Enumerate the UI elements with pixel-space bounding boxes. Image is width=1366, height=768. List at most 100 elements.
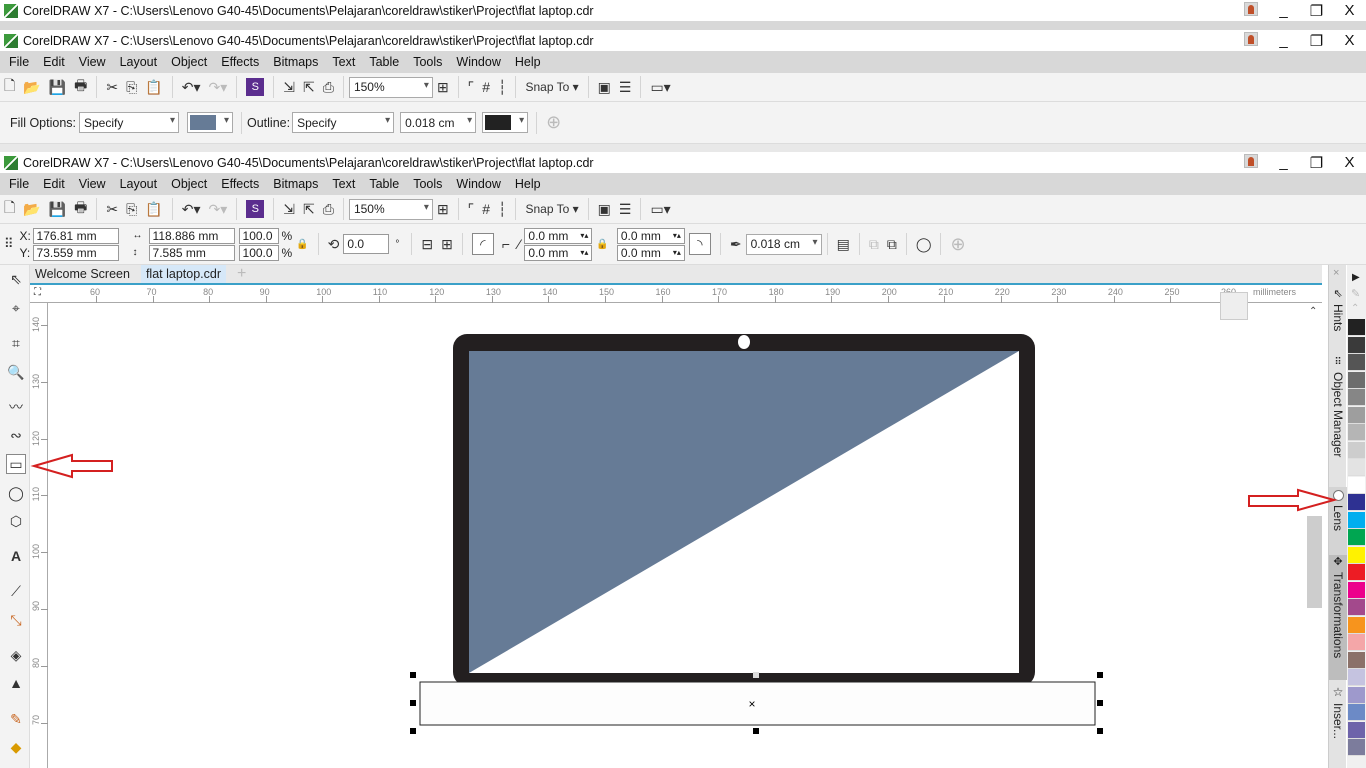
- corner-radius-top-left-input[interactable]: 0.0 mm ▾▴: [524, 227, 593, 244]
- menu-bitmaps[interactable]: Bitmaps: [266, 55, 325, 69]
- new-tab-button[interactable]: +: [232, 265, 251, 283]
- spinner-icon[interactable]: ▾▴: [673, 248, 681, 257]
- export-icon[interactable]: ⇱: [303, 198, 315, 220]
- docker-tab-insert[interactable]: ☆ Inser...: [1329, 685, 1347, 768]
- redo-icon[interactable]: ↷▾: [209, 76, 228, 98]
- restore-button[interactable]: ❐: [1300, 32, 1333, 50]
- palette-swatch[interactable]: [1348, 529, 1365, 546]
- scale-y-input[interactable]: 100.0: [238, 244, 279, 261]
- options-icon[interactable]: ☰: [619, 76, 632, 98]
- new-icon[interactable]: 🗋: [4, 198, 15, 220]
- snap-to-dropdown[interactable]: Snap To ▾: [525, 76, 578, 98]
- palette-swatch[interactable]: [1348, 669, 1365, 686]
- rectangle-tool-icon[interactable]: ▭: [6, 454, 26, 474]
- docker-tab-object-manager[interactable]: ⠿ Object Manager: [1329, 357, 1347, 487]
- width-input[interactable]: 118.886 mm: [148, 227, 235, 244]
- outline-width-select[interactable]: 0.018 cm ▾: [400, 112, 477, 133]
- cut-icon[interactable]: ✂: [106, 198, 118, 220]
- user-icon[interactable]: [1234, 1, 1267, 20]
- open-icon[interactable]: 📂: [23, 198, 40, 220]
- spinner-icon[interactable]: ▾▴: [580, 248, 588, 257]
- application-launcher-icon[interactable]: ▭▾: [650, 198, 670, 220]
- copy-icon[interactable]: ⎘: [126, 76, 137, 98]
- palette-swatch[interactable]: [1348, 686, 1365, 704]
- palette-swatch[interactable]: [1348, 406, 1365, 424]
- chamfered-corner-icon[interactable]: ⁄: [518, 233, 520, 255]
- print-icon[interactable]: 🖶: [74, 198, 87, 220]
- zoom-level-select[interactable]: 150% ▾: [348, 76, 433, 98]
- menu-tools[interactable]: Tools: [406, 177, 449, 191]
- pdf-icon[interactable]: ⎙: [323, 198, 334, 220]
- menu-window[interactable]: Window: [449, 177, 507, 191]
- palette-swatch[interactable]: [1348, 441, 1365, 459]
- palette-swatch[interactable]: [1348, 424, 1365, 441]
- close-button[interactable]: X: [1333, 2, 1366, 19]
- menu-view[interactable]: View: [72, 177, 113, 191]
- extrude-tool-icon[interactable]: ◈: [6, 645, 26, 665]
- menu-tools[interactable]: Tools: [406, 55, 449, 69]
- tab-welcome-screen[interactable]: Welcome Screen: [30, 265, 135, 283]
- full-screen-preview-icon[interactable]: ⊞: [437, 76, 449, 98]
- show-guidelines-icon[interactable]: ┆: [498, 198, 506, 220]
- menu-help[interactable]: Help: [508, 55, 548, 69]
- to-back-icon[interactable]: ⧉: [887, 233, 897, 255]
- palette-swatch[interactable]: [1348, 459, 1365, 476]
- outline-select[interactable]: Specify ▾: [292, 112, 395, 133]
- to-front-icon[interactable]: ⧉: [869, 233, 879, 255]
- page-navigator-box[interactable]: [1220, 292, 1248, 320]
- corel-connect-icon[interactable]: S: [246, 200, 265, 218]
- fill-options-select[interactable]: Specify ▾: [79, 112, 179, 133]
- user-icon[interactable]: [1234, 31, 1267, 50]
- ellipse-tool-icon[interactable]: ◯: [6, 483, 26, 503]
- corner-radius-top-right-input[interactable]: 0.0 mm ▾▴: [616, 227, 685, 244]
- corner-lock-icon[interactable]: 🔒: [596, 233, 608, 255]
- menu-text[interactable]: Text: [325, 55, 362, 69]
- freehand-tool-icon[interactable]: 〰: [6, 397, 26, 417]
- menu-window[interactable]: Window: [449, 55, 507, 69]
- connector-tool-icon[interactable]: ⤡: [6, 610, 26, 630]
- full-screen-preview-icon[interactable]: ⊞: [437, 198, 449, 220]
- application-launcher-icon[interactable]: ▭▾: [650, 76, 670, 98]
- shape-tool-icon[interactable]: ⌖: [6, 298, 26, 318]
- menu-bitmaps[interactable]: Bitmaps: [266, 177, 325, 191]
- import-icon[interactable]: ⇲: [283, 76, 295, 98]
- docker-tab-hints[interactable]: ⇖ Hints: [1329, 287, 1347, 347]
- fill-color-picker[interactable]: ▾: [187, 112, 233, 133]
- menu-text[interactable]: Text: [325, 177, 362, 191]
- minimize-button[interactable]: _: [1267, 32, 1300, 49]
- palette-swatch[interactable]: [1348, 704, 1365, 721]
- import-icon[interactable]: ⇲: [283, 198, 295, 220]
- snap-to-dropdown[interactable]: Snap To ▾: [525, 198, 578, 220]
- add-preset-icon[interactable]: ⊕: [546, 112, 561, 134]
- horizontal-ruler[interactable]: ⛶ millimeters 60 70 80 90 100 110 120 130 140 150…: [30, 285, 1322, 303]
- welcome-screen-icon[interactable]: ▣: [598, 76, 611, 98]
- corner-radius-bottom-right-input[interactable]: 0.0 mm ▾▴: [616, 244, 685, 261]
- scalloped-corner-icon[interactable]: ⌐: [502, 233, 510, 255]
- palette-swatch[interactable]: [1348, 739, 1365, 756]
- user-icon[interactable]: [1234, 153, 1267, 172]
- menu-edit[interactable]: Edit: [36, 55, 72, 69]
- palette-swatch[interactable]: [1348, 616, 1365, 634]
- ruler-origin-icon[interactable]: ⛶: [34, 287, 41, 298]
- restore-button[interactable]: ❐: [1300, 154, 1333, 172]
- export-icon[interactable]: ⇱: [303, 76, 315, 98]
- undo-icon[interactable]: ↶▾: [182, 198, 201, 220]
- crop-tool-icon[interactable]: ⌗: [6, 333, 26, 353]
- paste-icon[interactable]: 📋: [145, 76, 162, 98]
- interactive-fill-tool-icon[interactable]: ◆: [6, 737, 26, 757]
- artistic-media-tool-icon[interactable]: ∾: [6, 425, 26, 445]
- docker-tab-transformations[interactable]: ✥ Transformations: [1329, 555, 1347, 680]
- palette-swatch[interactable]: [1348, 634, 1365, 651]
- new-icon[interactable]: 🗋: [4, 76, 15, 98]
- undo-icon[interactable]: ↶▾: [182, 76, 201, 98]
- lock-ratio-icon[interactable]: 🔒: [296, 233, 308, 255]
- wrap-text-icon[interactable]: ▤: [837, 233, 850, 255]
- palette-swatch[interactable]: [1348, 319, 1365, 336]
- save-icon[interactable]: 💾: [49, 198, 66, 220]
- palette-swatch[interactable]: [1348, 581, 1365, 599]
- dimension-tool-icon[interactable]: ⟋: [6, 581, 26, 601]
- menu-file[interactable]: File: [2, 55, 36, 69]
- tab-flat-laptop[interactable]: flat laptop.cdr: [140, 265, 226, 283]
- eyedropper-tool-icon[interactable]: ✎: [6, 709, 26, 729]
- text-tool-icon[interactable]: A: [6, 546, 26, 566]
